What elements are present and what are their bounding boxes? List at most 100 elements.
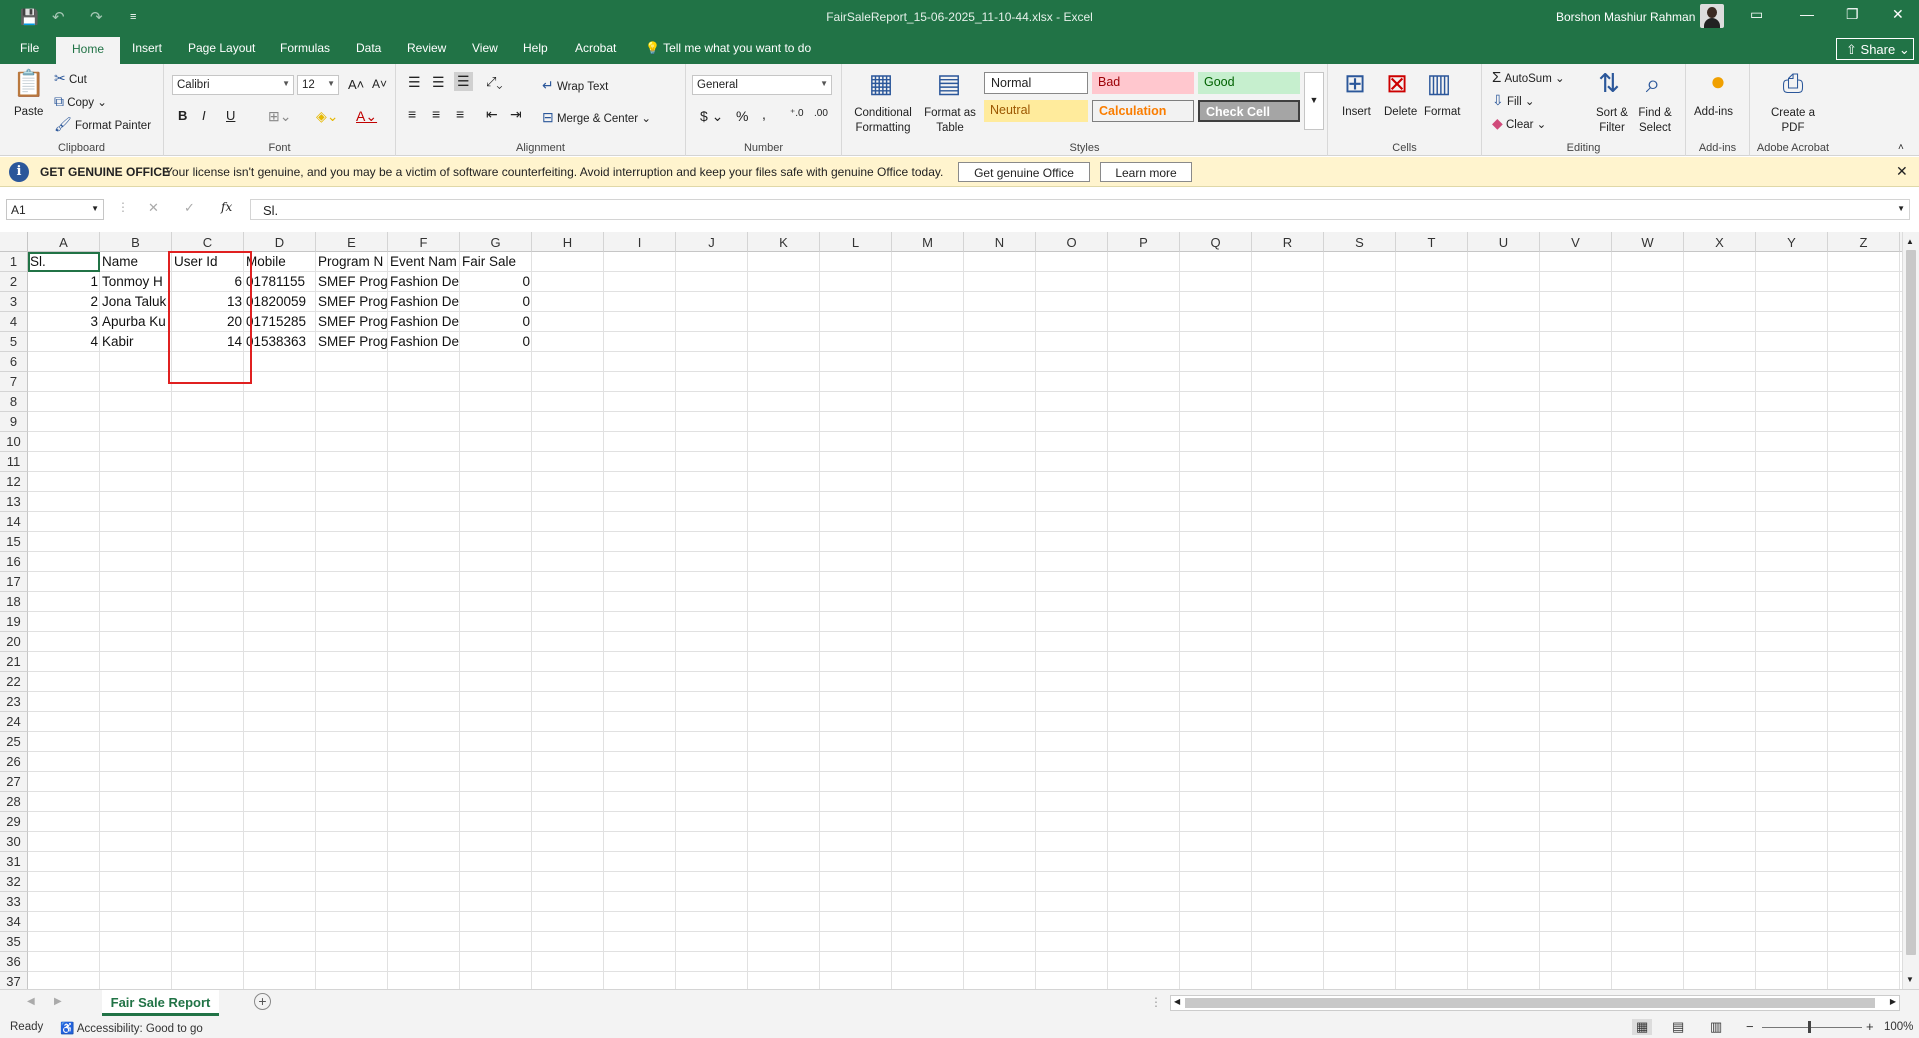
- cell-e5[interactable]: SMEF Prog: [316, 332, 388, 352]
- column-header-b[interactable]: B: [100, 232, 172, 252]
- style-neutral[interactable]: Neutral: [984, 100, 1088, 122]
- tab-review[interactable]: Review: [407, 41, 446, 55]
- italic-button[interactable]: I: [202, 108, 206, 123]
- row-header-11[interactable]: 11: [0, 452, 28, 472]
- row-header-19[interactable]: 19: [0, 612, 28, 632]
- row-header-13[interactable]: 13: [0, 492, 28, 512]
- vertical-scrollbar[interactable]: ▲ ▼: [1902, 232, 1919, 989]
- row-header-34[interactable]: 34: [0, 912, 28, 932]
- merge-center-button[interactable]: ⊟ Merge & Center ⌄: [542, 109, 651, 126]
- cell-g5[interactable]: 0: [460, 332, 532, 352]
- formula-input[interactable]: Sl. ▼: [250, 199, 1910, 220]
- close-icon[interactable]: ✕: [1892, 6, 1904, 23]
- underline-button[interactable]: U: [226, 108, 235, 123]
- fill-button[interactable]: ⇩ Fill ⌄: [1492, 92, 1534, 109]
- cell-g4[interactable]: 0: [460, 312, 532, 332]
- paste-icon[interactable]: 📋: [12, 68, 46, 99]
- zoom-out-icon[interactable]: −: [1746, 1019, 1754, 1034]
- cell-b1[interactable]: Name: [100, 252, 172, 272]
- row-header-33[interactable]: 33: [0, 892, 28, 912]
- column-header-v[interactable]: V: [1540, 232, 1612, 252]
- number-format-select[interactable]: General ▼: [692, 75, 832, 95]
- cell-d4[interactable]: 01715285: [244, 312, 316, 332]
- accessibility-status[interactable]: ♿ Accessibility: Good to go: [60, 1021, 203, 1035]
- column-header-y[interactable]: Y: [1756, 232, 1828, 252]
- cell-d2[interactable]: 01781155: [244, 272, 316, 292]
- format-cells-icon[interactable]: ▥: [1424, 68, 1454, 99]
- autosum-button[interactable]: Σ AutoSum ⌄: [1492, 69, 1565, 86]
- row-header-21[interactable]: 21: [0, 652, 28, 672]
- column-header-o[interactable]: O: [1036, 232, 1108, 252]
- tab-formulas[interactable]: Formulas: [280, 41, 330, 55]
- cell-d5[interactable]: 01538363: [244, 332, 316, 352]
- tab-view[interactable]: View: [472, 41, 498, 55]
- addins-button[interactable]: Add-ins: [1694, 106, 1733, 118]
- row-header-9[interactable]: 9: [0, 412, 28, 432]
- column-header-t[interactable]: T: [1396, 232, 1468, 252]
- find-select-icon[interactable]: ⌕: [1638, 68, 1668, 100]
- worksheet-grid[interactable]: A B C D E F G H I J K L M N O P Q R S T U V W X Y Z 1 2 3 4 5 6 7 8 9 10 11 1…: [0, 232, 1902, 989]
- cell-a2[interactable]: 1: [28, 272, 100, 292]
- insert-function-icon[interactable]: fx: [221, 200, 232, 214]
- sheet-tab-fair-sale-report[interactable]: Fair Sale Report: [102, 990, 219, 1016]
- increase-font-icon[interactable]: A˄: [348, 77, 364, 92]
- addins-icon[interactable]: ●: [1703, 66, 1733, 97]
- column-header-i[interactable]: I: [604, 232, 676, 252]
- get-genuine-button[interactable]: Get genuine Office: [958, 162, 1090, 182]
- row-header-20[interactable]: 20: [0, 632, 28, 652]
- row-header-31[interactable]: 31: [0, 852, 28, 872]
- prev-sheet-icon[interactable]: ◀: [27, 996, 35, 1007]
- row-header-24[interactable]: 24: [0, 712, 28, 732]
- tab-data[interactable]: Data: [356, 41, 381, 55]
- align-top-icon[interactable]: ☰: [408, 74, 421, 91]
- column-header-z[interactable]: Z: [1828, 232, 1900, 252]
- add-sheet-icon[interactable]: +: [254, 993, 271, 1010]
- row-header-23[interactable]: 23: [0, 692, 28, 712]
- style-check-cell[interactable]: Check Cell: [1198, 100, 1300, 122]
- row-header-10[interactable]: 10: [0, 432, 28, 452]
- cancel-icon[interactable]: ✕: [148, 200, 159, 216]
- row-header-8[interactable]: 8: [0, 392, 28, 412]
- tab-help[interactable]: Help: [523, 41, 548, 55]
- decrease-indent-icon[interactable]: ⇤: [486, 106, 498, 123]
- column-header-f[interactable]: F: [388, 232, 460, 252]
- cut-button[interactable]: ✂ Cut: [54, 70, 87, 87]
- name-box[interactable]: A1 ▼: [6, 199, 104, 220]
- conditional-formatting-button[interactable]: Conditional Formatting: [852, 106, 914, 136]
- align-left-icon[interactable]: ≡: [408, 106, 416, 122]
- row-header-26[interactable]: 26: [0, 752, 28, 772]
- cell-g3[interactable]: 0: [460, 292, 532, 312]
- tab-file[interactable]: File: [20, 41, 39, 55]
- column-header-k[interactable]: K: [748, 232, 820, 252]
- tab-home[interactable]: Home: [56, 37, 121, 64]
- format-as-table-button[interactable]: Format as Table: [922, 106, 978, 136]
- minimize-icon[interactable]: —: [1800, 6, 1814, 22]
- cell-b2[interactable]: Tonmoy H: [100, 272, 172, 292]
- page-layout-view-icon[interactable]: ▤: [1672, 1019, 1684, 1035]
- row-header-12[interactable]: 12: [0, 472, 28, 492]
- column-header-l[interactable]: L: [820, 232, 892, 252]
- increase-decimal-icon[interactable]: ⁺.0: [790, 108, 804, 119]
- currency-button[interactable]: $ ⌄: [700, 108, 723, 125]
- cell-e4[interactable]: SMEF Prog: [316, 312, 388, 332]
- zoom-level[interactable]: 100%: [1884, 1021, 1913, 1033]
- select-all-corner[interactable]: [0, 232, 28, 252]
- column-header-h[interactable]: H: [532, 232, 604, 252]
- row-header-37[interactable]: 37: [0, 972, 28, 989]
- cell-d1[interactable]: Mobile: [244, 252, 316, 272]
- cell-a3[interactable]: 2: [28, 292, 100, 312]
- restore-icon[interactable]: ❐: [1846, 6, 1859, 23]
- column-header-r[interactable]: R: [1252, 232, 1324, 252]
- row-header-14[interactable]: 14: [0, 512, 28, 532]
- tab-acrobat[interactable]: Acrobat: [575, 41, 616, 55]
- row-header-4[interactable]: 4: [0, 312, 28, 332]
- row-header-22[interactable]: 22: [0, 672, 28, 692]
- column-header-q[interactable]: Q: [1180, 232, 1252, 252]
- cell-e1[interactable]: Program N: [316, 252, 388, 272]
- column-header-c[interactable]: C: [172, 232, 244, 252]
- column-header-n[interactable]: N: [964, 232, 1036, 252]
- cell-f1[interactable]: Event Nam: [388, 252, 460, 272]
- font-size-select[interactable]: 12 ▼: [297, 75, 339, 95]
- tab-split-handle[interactable]: ⋮: [1150, 995, 1162, 1009]
- tell-me-search[interactable]: 💡 Tell me what you want to do: [645, 41, 811, 55]
